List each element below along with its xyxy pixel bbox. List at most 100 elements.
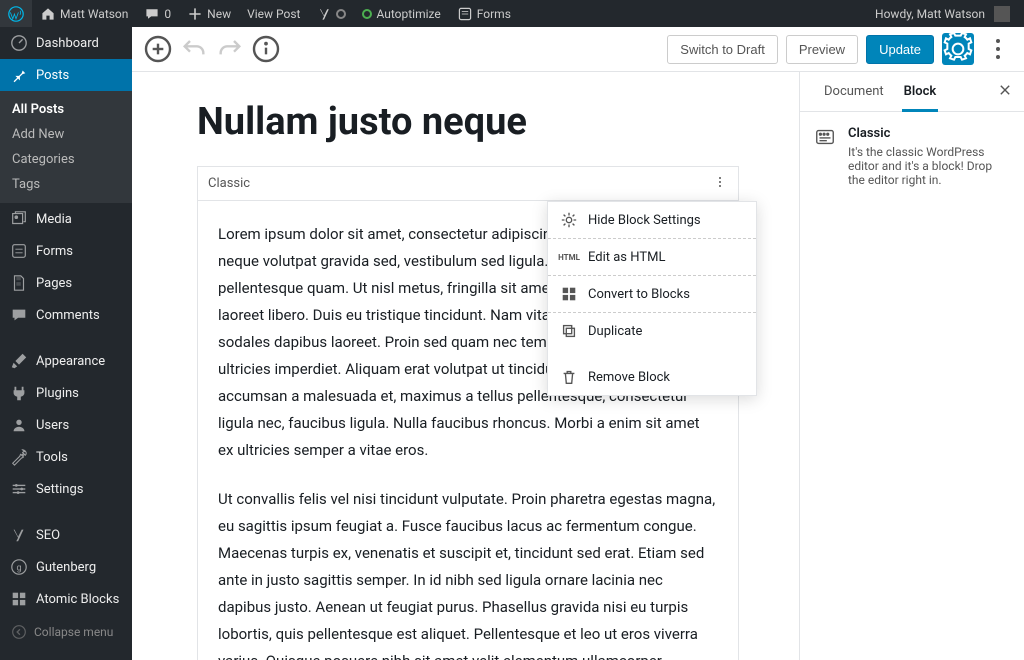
avatar — [994, 6, 1010, 22]
sidebar-users[interactable]: Users — [0, 409, 132, 441]
duplicate-icon — [560, 322, 578, 340]
sliders-icon — [10, 480, 28, 498]
collapse-menu[interactable]: Collapse menu — [0, 615, 132, 649]
sidebar-atomic[interactable]: Atomic Blocks — [0, 583, 132, 615]
menu-duplicate-label: Duplicate — [588, 324, 642, 339]
menu-edit-html[interactable]: HTMLEdit as HTML — [548, 239, 756, 275]
menu-convert-blocks-label: Convert to Blocks — [588, 287, 690, 302]
view-post[interactable]: View Post — [239, 0, 308, 27]
comments-bubble[interactable]: 0 — [136, 0, 179, 27]
preview-button[interactable]: Preview — [786, 35, 858, 64]
settings-tabs: Document Block — [800, 72, 1024, 112]
editor-main: Switch to Draft Preview Update Nullam ju… — [132, 27, 1024, 660]
autoptimize[interactable]: Autoptimize — [354, 0, 448, 27]
block-more-button[interactable] — [712, 174, 728, 194]
gutenberg-icon: g — [10, 558, 28, 576]
paragraph[interactable]: Ut convallis felis vel nisi tincidunt vu… — [218, 486, 718, 660]
media-icon — [10, 210, 28, 228]
more-options-button[interactable] — [982, 33, 1014, 65]
svg-text:g: g — [16, 564, 21, 574]
classic-block[interactable]: Classic Lorem ipsum dolor sit amet, cons… — [197, 166, 739, 660]
admin-bar: Matt Watson 0 New View Post Autoptimize … — [0, 0, 1024, 27]
sidebar-gutenberg-label: Gutenberg — [36, 560, 96, 575]
sidebar-posts-label: Posts — [36, 68, 69, 83]
block-toolbar: Classic — [198, 167, 738, 201]
blocks-icon — [560, 285, 578, 303]
sidebar-posts[interactable]: Posts — [0, 59, 132, 91]
collapse-icon — [10, 623, 28, 641]
tab-block[interactable]: Block — [894, 72, 947, 111]
forms-top-icon — [457, 6, 473, 22]
sidebar-seo[interactable]: SEO — [0, 519, 132, 551]
howdy[interactable]: Howdy, Matt Watson — [867, 0, 1018, 27]
sidebar-settings[interactable]: Settings — [0, 473, 132, 505]
sidebar-add-new[interactable]: Add New — [0, 122, 132, 147]
sidebar-comments[interactable]: Comments — [0, 299, 132, 331]
sidebar-tools[interactable]: Tools — [0, 441, 132, 473]
menu-duplicate[interactable]: Duplicate — [548, 313, 756, 349]
wp-logo[interactable] — [0, 0, 32, 27]
admin-sidebar: Dashboard Posts All Posts Add New Catego… — [0, 27, 132, 660]
forms-top-label: Forms — [477, 7, 511, 21]
switch-draft-button[interactable]: Switch to Draft — [667, 35, 778, 64]
sidebar-settings-label: Settings — [36, 482, 83, 497]
comment-icon — [144, 6, 160, 22]
sidebar-appearance-label: Appearance — [36, 354, 105, 369]
sidebar-seo-label: SEO — [36, 528, 60, 543]
trash-icon — [560, 368, 578, 386]
sidebar-gutenberg[interactable]: g Gutenberg — [0, 551, 132, 583]
autoptimize-icon — [362, 9, 372, 19]
block-info-panel: Classic It's the classic WordPress edito… — [800, 112, 1024, 201]
view-post-label: View Post — [247, 7, 300, 21]
settings-sidebar: Document Block Classic It's the classic … — [799, 72, 1024, 660]
seo-icon — [10, 526, 28, 544]
tab-document[interactable]: Document — [814, 72, 894, 111]
comments-icon — [10, 306, 28, 324]
dashboard-icon — [10, 34, 28, 52]
sidebar-forms[interactable]: Forms — [0, 235, 132, 267]
site-name[interactable]: Matt Watson — [32, 0, 136, 27]
add-block-button[interactable] — [142, 33, 174, 65]
sidebar-plugins[interactable]: Plugins — [0, 377, 132, 409]
sidebar-media-label: Media — [36, 212, 72, 227]
menu-convert-blocks[interactable]: Convert to Blocks — [548, 276, 756, 312]
menu-hide-settings[interactable]: Hide Block Settings — [548, 202, 756, 238]
block-options-menu: Hide Block Settings HTMLEdit as HTML Con… — [547, 201, 757, 396]
html-icon: HTML — [560, 248, 578, 266]
redo-button[interactable] — [214, 33, 246, 65]
settings-toggle-button[interactable] — [942, 33, 974, 65]
update-button[interactable]: Update — [866, 35, 934, 64]
new-content[interactable]: New — [179, 0, 239, 27]
atomic-icon — [10, 590, 28, 608]
sidebar-appearance[interactable]: Appearance — [0, 345, 132, 377]
sidebar-dashboard[interactable]: Dashboard — [0, 27, 132, 59]
editor-content[interactable]: Nullam justo neque Classic Lorem ipsum d… — [132, 72, 799, 660]
sidebar-pages[interactable]: Pages — [0, 267, 132, 299]
sidebar-users-label: Users — [36, 418, 69, 433]
comments-count: 0 — [164, 7, 171, 21]
pin-icon — [10, 66, 28, 84]
sidebar-atomic-label: Atomic Blocks — [36, 592, 119, 607]
sidebar-tags[interactable]: Tags — [0, 172, 132, 197]
autoptimize-label: Autoptimize — [376, 7, 440, 21]
yoast[interactable] — [308, 0, 354, 27]
user-icon — [10, 416, 28, 434]
forms-icon — [10, 242, 28, 260]
post-title[interactable]: Nullam justo neque — [197, 100, 739, 144]
sidebar-categories[interactable]: Categories — [0, 147, 132, 172]
info-button[interactable] — [250, 33, 282, 65]
sidebar-plugins-label: Plugins — [36, 386, 79, 401]
yoast-status-dot — [336, 9, 346, 19]
sidebar-media[interactable]: Media — [0, 203, 132, 235]
close-settings-button[interactable] — [992, 77, 1018, 107]
sidebar-posts-submenu: All Posts Add New Categories Tags — [0, 91, 132, 203]
sidebar-all-posts[interactable]: All Posts — [0, 97, 132, 122]
menu-remove-block[interactable]: Remove Block — [548, 359, 756, 395]
undo-button[interactable] — [178, 33, 210, 65]
classic-block-icon — [814, 126, 836, 148]
howdy-label: Howdy, Matt Watson — [875, 7, 985, 21]
forms-top[interactable]: Forms — [449, 0, 519, 27]
home-icon — [40, 6, 56, 22]
sidebar-dashboard-label: Dashboard — [36, 36, 99, 51]
site-name-label: Matt Watson — [60, 7, 128, 21]
